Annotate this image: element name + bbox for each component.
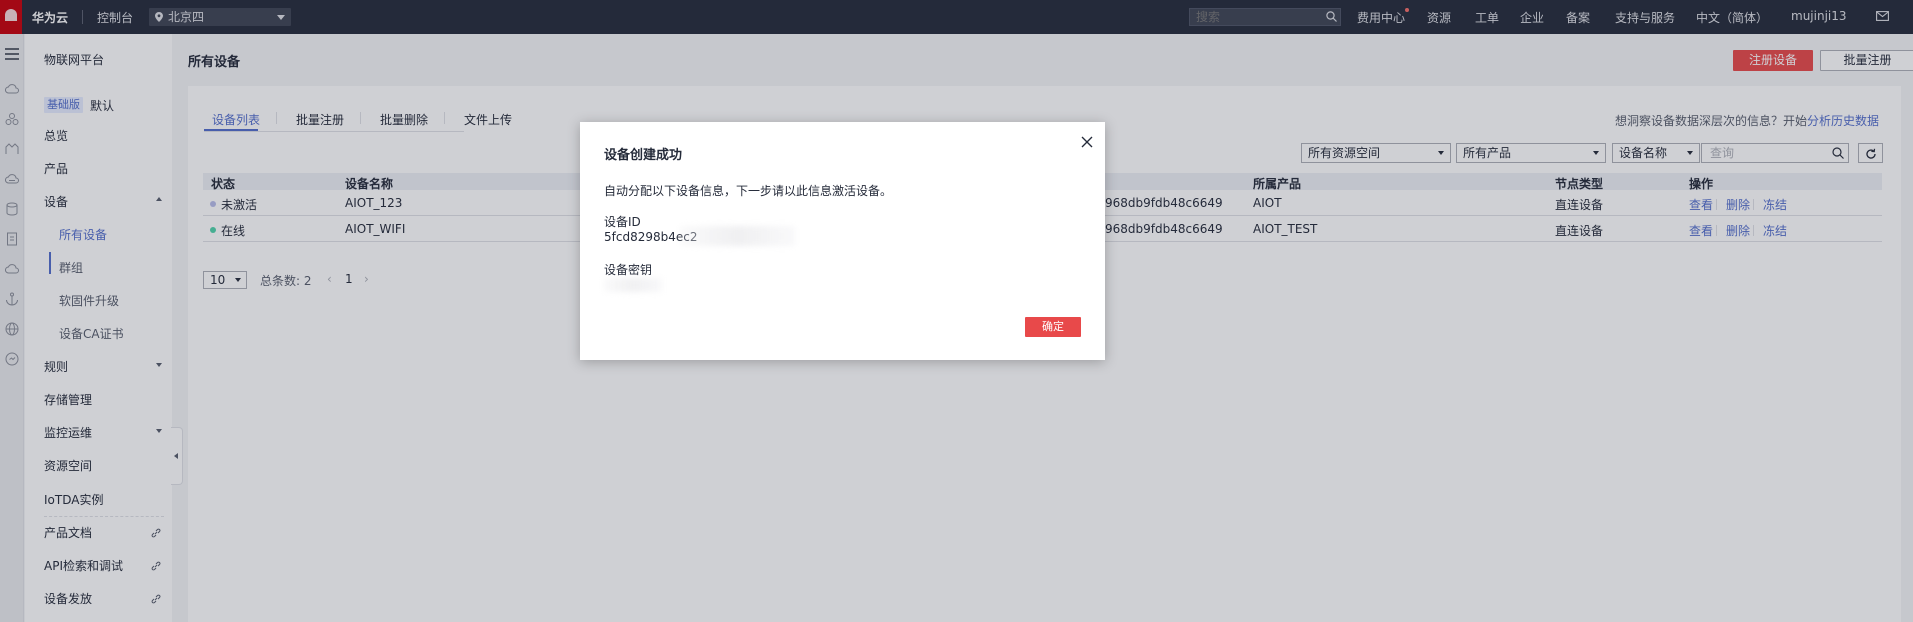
redacted-secret-region: [604, 278, 662, 292]
redacted-id-region: [680, 226, 795, 246]
dialog-title: 设备创建成功: [604, 148, 683, 163]
device-id-label: 设备ID: [604, 215, 641, 229]
close-icon[interactable]: [1080, 135, 1094, 149]
device-secret-label: 设备密钥: [604, 263, 653, 277]
dialog-description: 自动分配以下设备信息，下一步请以此信息激活设备。: [604, 184, 893, 198]
confirm-button[interactable]: 确定: [1025, 317, 1081, 337]
device-created-dialog: 设备创建成功 自动分配以下设备信息，下一步请以此信息激活设备。 设备ID 5fc…: [580, 122, 1105, 360]
